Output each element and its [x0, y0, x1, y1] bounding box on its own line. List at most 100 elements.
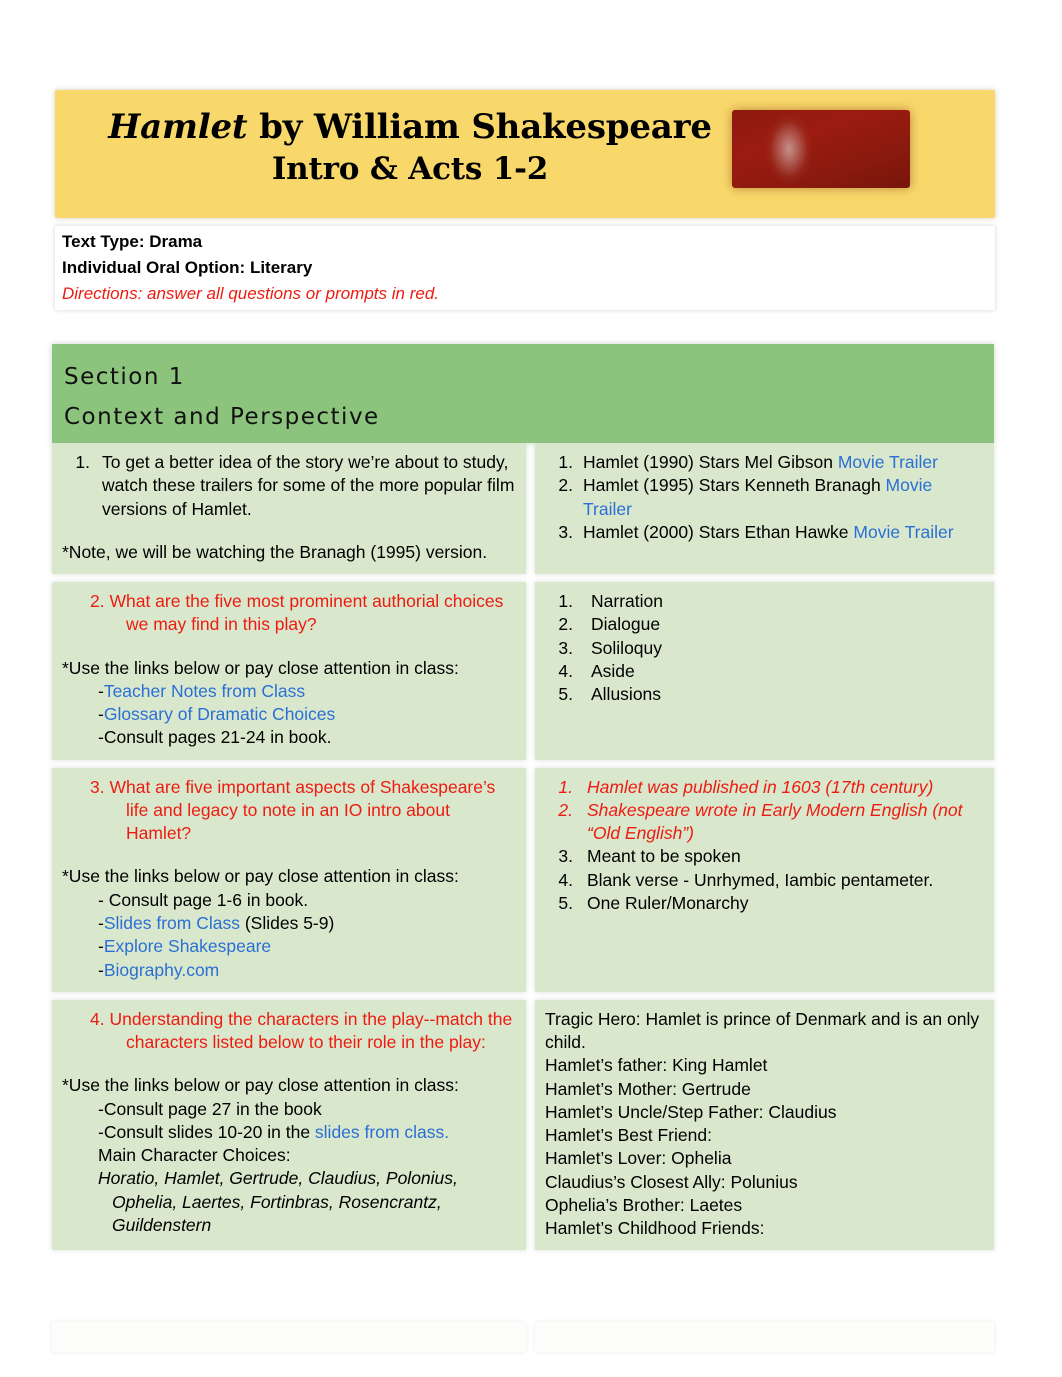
- list-item-text: To get a better idea of the story we’re …: [102, 452, 515, 519]
- main-character-choices-label: Main Character Choices:: [98, 1145, 291, 1166]
- document-title: Hamlet by William Shakespeare: [85, 106, 735, 149]
- table-cell-empty: [52, 1322, 526, 1352]
- title-text-wrapper: Hamlet by William Shakespeare Intro & Ac…: [85, 106, 735, 190]
- list-item-text: Hamlet (1990) Stars Mel Gibson Movie Tra…: [583, 451, 984, 474]
- character-role-line: Ophelia’s Brother: Laetes: [545, 1194, 743, 1215]
- list-item: 1. Hamlet was published in 1603 (17th ce…: [545, 776, 984, 799]
- question-2-prompt: 2. What are the five most prominent auth…: [90, 591, 504, 635]
- glossary-link[interactable]: Glossary of Dramatic Choices: [104, 704, 335, 724]
- list-item-text: Dialogue: [591, 614, 661, 635]
- table-cell-answer: 1. Hamlet was published in 1603 (17th ce…: [535, 767, 994, 992]
- title-play-name: Hamlet: [108, 107, 248, 147]
- character-role-line: Hamlet’s Mother: Gertrude: [545, 1078, 751, 1099]
- section-number: Section 1: [64, 364, 185, 390]
- list-item: 3. Meant to be spoken: [545, 845, 984, 868]
- table-row: 3. What are five important aspects of Sh…: [52, 767, 994, 992]
- question-3-hint: *Use the links below or pay close attent…: [62, 866, 459, 887]
- worksheet-table: 1. To get a better idea of the story we’…: [52, 443, 994, 1258]
- list-item-text: Meant to be spoken: [587, 846, 741, 867]
- movie-trailer-link[interactable]: Movie Trailer: [838, 452, 938, 472]
- list-item-text: Allusions: [591, 684, 662, 705]
- table-row: 2. What are the five most prominent auth…: [52, 582, 994, 760]
- directions-label: Directions: answer all questions or prom…: [62, 284, 439, 303]
- list-item: 1. Narration: [545, 590, 984, 613]
- list-item: 5. One Ruler/Monarchy: [545, 892, 984, 915]
- resource-bullet: -Slides from Class (Slides 5-9): [62, 912, 516, 935]
- section-title: Context and Perspective: [64, 404, 380, 430]
- explore-shakespeare-link[interactable]: Explore Shakespeare: [104, 936, 271, 956]
- slides-range-text: (Slides 5-9): [239, 912, 335, 933]
- list-item: 4. Aside: [545, 660, 984, 683]
- movie-title-text: Hamlet (1995) Stars Kenneth Branagh: [583, 475, 886, 496]
- section-header: Section 1 Context and Perspective: [52, 344, 994, 443]
- list-item-text: Blank verse - Unrhymed, Iambic pentamete…: [587, 869, 934, 890]
- resource-bullet: -Explore Shakespeare: [62, 935, 516, 958]
- list-item: 5. Allusions: [545, 683, 984, 706]
- list-item-number: 1.: [558, 591, 573, 612]
- list-item: 1. Hamlet (1990) Stars Mel Gibson Movie …: [545, 451, 984, 474]
- list-item: 2. Shakespeare wrote in Early Modern Eng…: [545, 799, 984, 846]
- list-item-text: Hamlet (1995) Stars Kenneth Branagh Movi…: [583, 474, 984, 521]
- table-row-empty: [52, 1322, 994, 1352]
- document-page: Hamlet by William Shakespeare Intro & Ac…: [0, 0, 1062, 1377]
- list-item: 1. To get a better idea of the story we’…: [62, 451, 516, 521]
- table-cell-answer: 1. Hamlet (1990) Stars Mel Gibson Movie …: [535, 443, 994, 575]
- list-item-number: 5.: [558, 892, 573, 913]
- list-item-text: Hamlet was published in 1603 (17th centu…: [587, 776, 934, 797]
- table-cell-empty: [535, 1322, 994, 1352]
- list-item-text: Hamlet (2000) Stars Ethan Hawke Movie Tr…: [583, 521, 984, 544]
- table-cell-question: 2. What are the five most prominent auth…: [52, 582, 526, 760]
- table-cell-answer: 1. Narration 2. Dialogue 3. Soliloquy 4.…: [535, 582, 994, 760]
- list-item-number: 3.: [558, 637, 573, 658]
- row1-note: *Note, we will be watching the Branagh (…: [62, 541, 488, 562]
- meta-info-box: Text Type: Drama Individual Oral Option:…: [55, 226, 995, 310]
- list-item-number: 1.: [558, 452, 573, 472]
- question-3-prompt: 3. What are five important aspects of Sh…: [90, 776, 496, 844]
- movie-trailer-link[interactable]: Movie Trailer: [853, 522, 953, 542]
- shakespeare-portrait-image: [732, 110, 910, 188]
- list-item-number: 4.: [558, 660, 573, 681]
- teacher-notes-link[interactable]: Teacher Notes from Class: [104, 681, 305, 701]
- table-cell-question: 1. To get a better idea of the story we’…: [52, 443, 526, 575]
- biography-link[interactable]: Biography.com: [104, 960, 219, 980]
- resource-bullet: -Teacher Notes from Class: [62, 680, 516, 703]
- resource-bullet: -Consult pages 21-24 in book.: [62, 726, 516, 749]
- table-row: 1. To get a better idea of the story we’…: [52, 443, 994, 575]
- list-item-number: 5.: [558, 684, 573, 705]
- list-item-text: Shakespeare wrote in Early Modern Englis…: [587, 799, 963, 844]
- document-subtitle: Intro & Acts 1-2: [271, 150, 549, 187]
- resource-bullet: -Glossary of Dramatic Choices: [62, 703, 516, 726]
- table-cell-question: 3. What are five important aspects of Sh…: [52, 767, 526, 992]
- list-item-text: Narration: [591, 591, 663, 612]
- list-item: 2. Hamlet (1995) Stars Kenneth Branagh M…: [545, 474, 984, 521]
- movie-title-text: Hamlet (1990) Stars Mel Gibson: [583, 452, 838, 472]
- resource-bullet: -Consult slides 10-20 in the slides from…: [62, 1121, 516, 1144]
- slides-from-class-link[interactable]: Slides from Class: [104, 913, 240, 933]
- character-role-line: Hamlet’s Best Friend:: [545, 1125, 712, 1146]
- list-item: 3. Hamlet (2000) Stars Ethan Hawke Movie…: [545, 521, 984, 544]
- list-item-number: 2.: [558, 475, 573, 496]
- resource-bullet: - Consult page 1-6 in book.: [62, 889, 516, 912]
- io-option-label: Individual Oral Option: Literary: [62, 258, 313, 277]
- bullet-plain-text: -Consult slides 10-20 in the: [98, 1121, 315, 1142]
- character-role-line: Hamlet’s Childhood Friends:: [545, 1218, 765, 1239]
- list-item-number: 2.: [558, 614, 573, 635]
- table-row: 4. Understanding the characters in the p…: [52, 999, 994, 1251]
- resource-bullet: -Biography.com: [62, 959, 516, 982]
- character-role-line: Hamlet’s Lover: Ophelia: [545, 1148, 732, 1169]
- character-role-line: Tragic Hero: Hamlet is prince of Denmark…: [545, 1008, 980, 1053]
- list-item: 2. Dialogue: [545, 613, 984, 636]
- question-4-prompt: 4. Understanding the characters in the p…: [90, 1008, 513, 1053]
- list-item-number: 2.: [558, 799, 573, 820]
- title-author-part: by William Shakespeare: [247, 107, 712, 147]
- question-2-hint: *Use the links below or pay close attent…: [62, 657, 459, 678]
- movie-title-text: Hamlet (2000) Stars Ethan Hawke: [583, 521, 854, 542]
- list-item-number: 3.: [558, 521, 573, 542]
- text-type-label: Text Type: Drama: [62, 232, 203, 251]
- character-role-line: Claudius’s Closest Ally: Polunius: [545, 1171, 798, 1192]
- slides-from-class-link[interactable]: slides from class.: [315, 1122, 449, 1142]
- resource-bullet: -Consult page 27 in the book: [98, 1098, 322, 1119]
